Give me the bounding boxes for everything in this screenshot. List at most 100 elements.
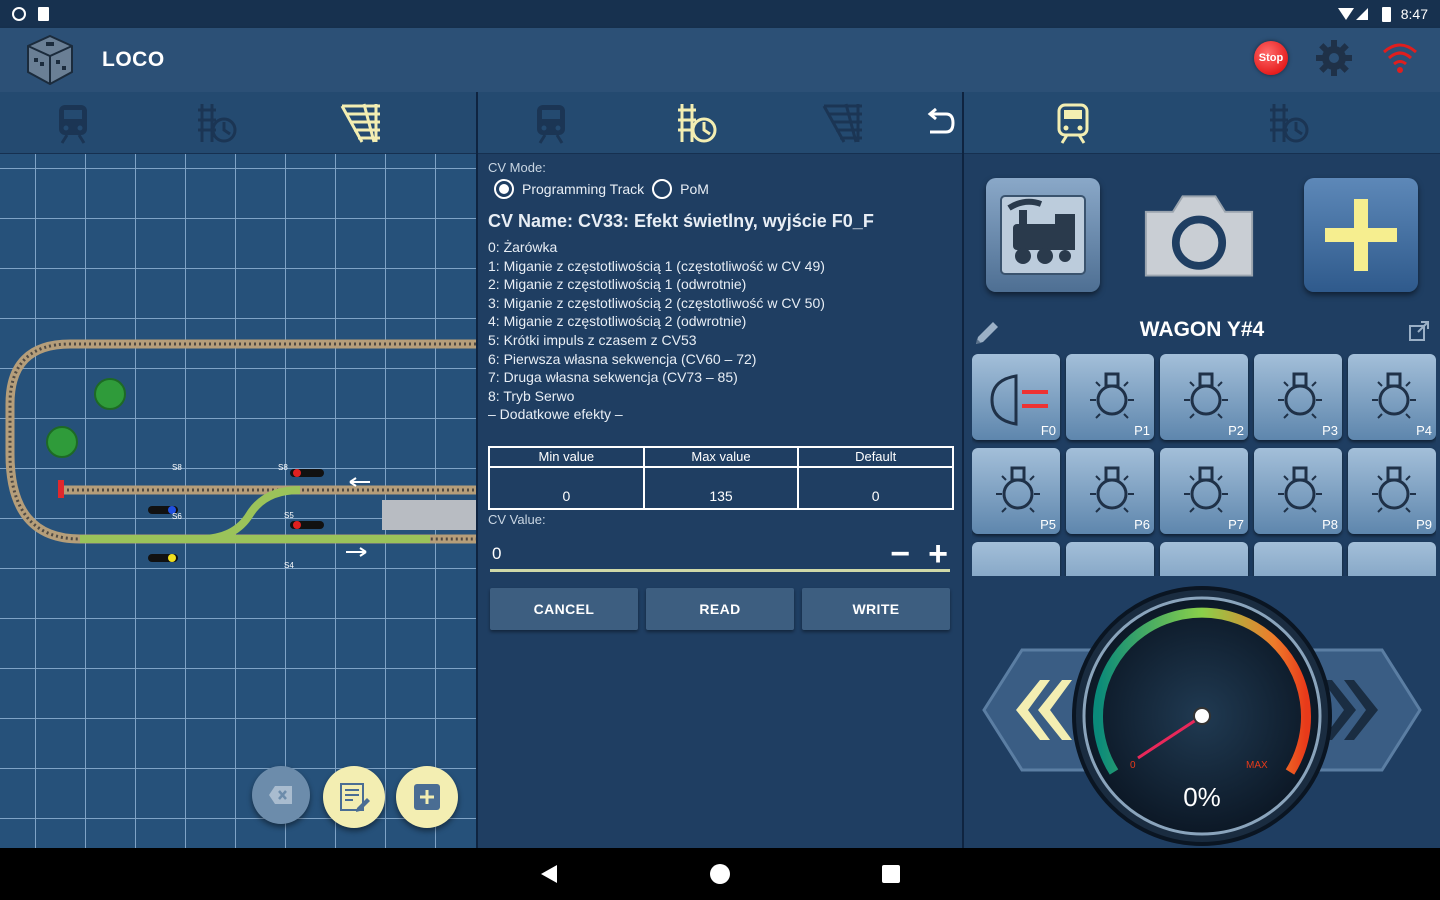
function-button-p1[interactable]: P1: [1066, 354, 1154, 440]
bulb-icon: [1372, 372, 1416, 419]
tab-programming[interactable]: [192, 98, 242, 148]
camera-button[interactable]: [1142, 178, 1256, 292]
tab-loco[interactable]: [526, 98, 576, 148]
delete-fab[interactable]: [252, 766, 310, 824]
tab-layout[interactable]: [818, 98, 868, 148]
function-label: P8: [1322, 517, 1338, 532]
home-icon[interactable]: [709, 863, 731, 885]
layout-pane: S8 S8 S6 S5 S4: [0, 92, 476, 848]
function-button-next-row[interactable]: [1254, 542, 1342, 576]
increment-button[interactable]: +: [928, 537, 948, 571]
cv-value-input[interactable]: 0 − +: [490, 537, 950, 572]
cancel-button[interactable]: CANCEL: [490, 588, 638, 630]
tab-programming[interactable]: [672, 98, 722, 148]
gauge-min-label: 0: [1130, 760, 1136, 771]
gear-icon[interactable]: [1314, 38, 1354, 78]
programming-track-icon: [1270, 104, 1309, 143]
bulb-icon: [1090, 466, 1134, 513]
wifi-icon[interactable]: [1380, 40, 1420, 76]
table-cell: 135: [709, 488, 733, 504]
function-button-next-row[interactable]: [972, 542, 1060, 576]
function-button-p3[interactable]: P3: [1254, 354, 1342, 440]
loco-image-button[interactable]: [986, 178, 1100, 292]
layout-grid[interactable]: S8 S8 S6 S5 S4: [0, 154, 476, 848]
tab-loco[interactable]: [48, 98, 98, 148]
radio-programming-track[interactable]: [494, 179, 514, 199]
add-element-fab[interactable]: [396, 766, 458, 828]
status-left: [12, 7, 49, 21]
function-button-p2[interactable]: P2: [1160, 354, 1248, 440]
cv-mode-radios: Programming Track PoM: [488, 179, 956, 199]
stop-button[interactable]: Stop: [1254, 41, 1288, 75]
function-button-p8[interactable]: P8: [1254, 448, 1342, 534]
stop-label: Stop: [1258, 52, 1284, 64]
track-turnout[interactable]: [80, 486, 301, 543]
bulb-icon: [1184, 466, 1228, 513]
cube-logo-icon[interactable]: [22, 32, 78, 88]
direction-arrow-icon: [346, 547, 367, 557]
bulb-icon: [1372, 466, 1416, 513]
function-button-p4[interactable]: P4: [1348, 354, 1436, 440]
write-button[interactable]: WRITE: [802, 588, 950, 630]
table-column-max: Max value 135: [644, 448, 800, 508]
add-loco-button[interactable]: [1304, 178, 1418, 292]
programming-pane: CV Mode: Programming Track PoM CV Name: …: [478, 92, 962, 848]
notification-icon: [12, 7, 26, 21]
recents-icon[interactable]: [881, 864, 901, 884]
function-label: P3: [1322, 423, 1338, 438]
track-layout-icon: [822, 103, 862, 143]
signal-label: S5: [284, 511, 294, 520]
function-button-p6[interactable]: P6: [1066, 448, 1154, 534]
open-external-icon[interactable]: [1408, 320, 1430, 342]
system-nav-bar: [0, 848, 1440, 900]
function-button-f0[interactable]: F0: [972, 354, 1060, 440]
signal-yellow[interactable]: [148, 554, 178, 562]
signal-label: S4: [284, 561, 294, 570]
cv-option: 2: Miganie z częstotliwością 1 (odwrotni…: [488, 276, 747, 293]
camera-icon: [1144, 195, 1254, 277]
gauge-max-label: MAX: [1246, 760, 1268, 771]
undo-button[interactable]: [914, 98, 962, 148]
cv-options-list[interactable]: 0: Żarówka 1: Miganie z częstotliwością …: [488, 238, 956, 424]
function-button-p7[interactable]: P7: [1160, 448, 1248, 534]
radio-label: Programming Track: [522, 181, 645, 197]
app-root: 8:47 LOCO Stop S8 S8 S6 S5 S4 CV Mode: P…: [0, 0, 1440, 900]
function-button-p5[interactable]: P5: [972, 448, 1060, 534]
signal-icon: [1337, 8, 1368, 20]
needle-hub: [1193, 707, 1211, 725]
function-label: P2: [1228, 423, 1244, 438]
plus-icon: [1325, 199, 1397, 271]
function-button-next-row[interactable]: [1348, 542, 1436, 576]
read-button[interactable]: READ: [646, 588, 794, 630]
back-icon[interactable]: [539, 863, 559, 885]
function-button-p9[interactable]: P9: [1348, 448, 1436, 534]
cv-stepper: − +: [890, 537, 948, 571]
programming-tabbar: [478, 92, 962, 154]
train-icon: [59, 105, 87, 144]
tab-layout[interactable]: [336, 98, 386, 148]
locomotive-icon: [1000, 195, 1086, 275]
function-label: P7: [1228, 517, 1244, 532]
signal-red[interactable]: [290, 469, 324, 477]
function-button-next-row[interactable]: [1160, 542, 1248, 576]
tab-programming[interactable]: [1264, 98, 1314, 148]
signal-red-2[interactable]: [290, 521, 324, 529]
table-cell: 0: [562, 488, 571, 504]
cv-details: CV Mode: Programming Track PoM CV Name: …: [488, 160, 956, 424]
edit-layout-fab[interactable]: [323, 766, 385, 828]
function-label: P4: [1416, 423, 1432, 438]
tree-icon: [94, 378, 126, 410]
loco-tabbar: [964, 92, 1440, 154]
app-title: LOCO: [102, 48, 165, 71]
function-button-next-row[interactable]: [1066, 542, 1154, 576]
cv-option: 3: Miganie z częstotliwością 2 (częstotl…: [488, 294, 825, 311]
function-label: P6: [1134, 517, 1150, 532]
cv-range-table: Min value 0 Max value 135 Default 0: [488, 446, 954, 510]
cv-option: – Dodatkowe efekty –: [488, 406, 623, 423]
tab-loco[interactable]: [1048, 98, 1098, 148]
decrement-button[interactable]: −: [890, 537, 910, 571]
edit-document-icon: [340, 783, 370, 812]
bulb-icon: [1090, 372, 1134, 419]
radio-pom[interactable]: [652, 179, 673, 199]
table-header: Max value: [644, 448, 798, 468]
